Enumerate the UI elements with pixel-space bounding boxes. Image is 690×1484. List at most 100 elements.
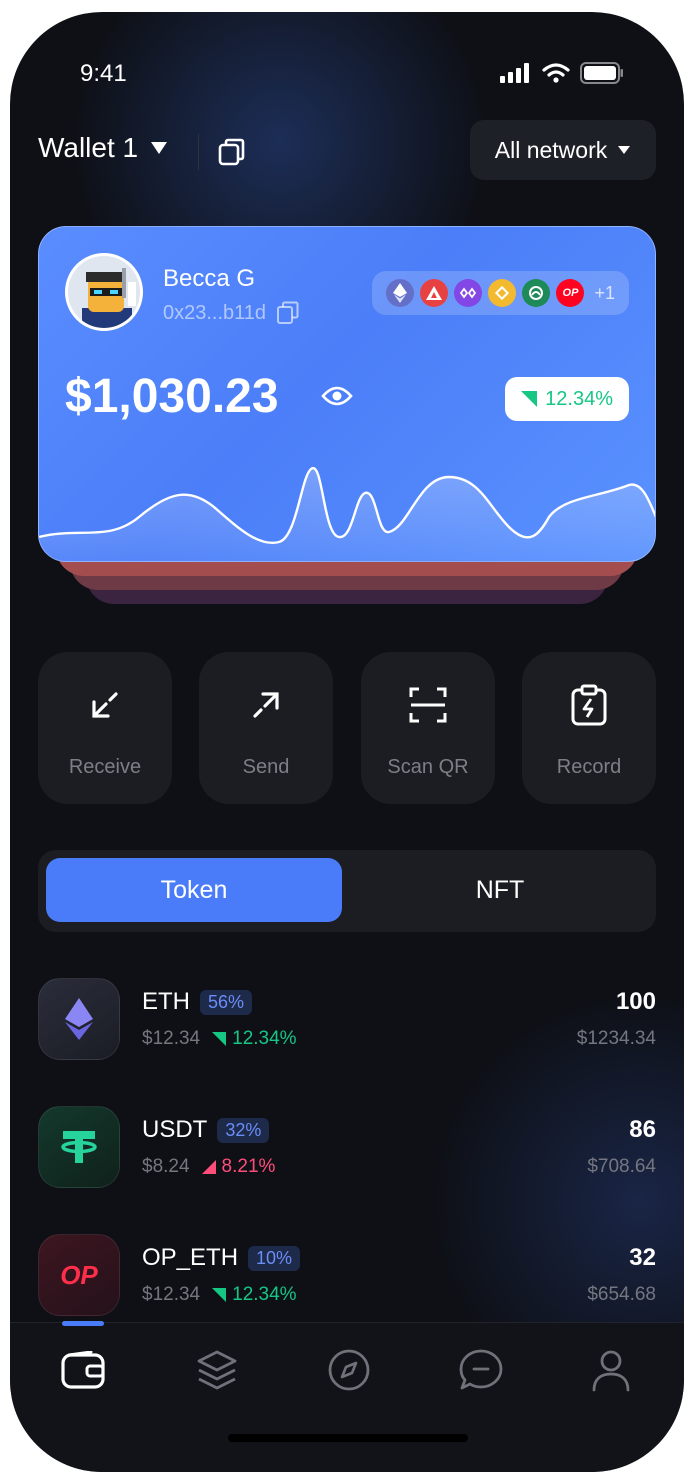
token-share-badge: 56% [200,989,253,1015]
token-price-row: $12.34 12.34% [142,1284,297,1306]
clipboard-icon [571,684,607,726]
nav-assets[interactable] [192,1345,242,1395]
token-share-badge: 10% [248,1245,301,1271]
token-value: $654.68 [587,1284,656,1305]
token-price-row: $12.34 12.34% [142,1028,297,1050]
ethereum-icon [386,279,415,307]
eye-icon[interactable] [321,385,353,407]
ethereum-icon [65,998,93,1040]
token-row[interactable]: ETH 56% $12.34 12.34% 100 $1234.34 [38,978,656,1068]
optimism-label: OP [562,287,579,299]
compass-icon [328,1349,370,1391]
header-divider [198,134,199,170]
record-label: Record [556,756,622,778]
tab-nft[interactable]: NFT [352,858,648,922]
trend-down-icon [212,1032,227,1046]
token-value: $708.64 [587,1156,656,1177]
token-symbol: ETH [142,988,190,1015]
avatar[interactable] [65,253,143,331]
avalanche-icon [420,279,449,307]
wallet-icon [61,1351,105,1389]
balance-change: 12.34% [545,387,613,410]
nav-profile[interactable] [586,1345,636,1395]
token-price: $8.24 [142,1156,190,1177]
network-selector[interactable]: All network [470,120,656,180]
layers-icon [197,1350,237,1390]
status-time: 9:41 [80,60,127,87]
active-tab-indicator [62,1321,104,1326]
send-label: Send [242,756,290,778]
scan-qr-button[interactable]: Scan QR [361,652,495,804]
trend-up-icon [201,1160,216,1174]
status-icons [500,62,624,84]
optimism-logo-text: OP [60,1259,98,1290]
gnosis-icon [522,279,551,307]
network-label: All network [494,136,608,163]
arrow-down-left-icon [92,692,118,718]
nav-discover[interactable] [324,1345,374,1395]
usdt-token-icon [38,1106,120,1188]
token-symbol: OP_ETH [142,1244,239,1271]
more-chains-count: +1 [594,282,615,303]
home-indicator[interactable] [228,1434,468,1442]
token-price: $12.34 [142,1028,201,1049]
receive-button[interactable]: Receive [38,652,172,804]
wallet-name: Wallet 1 [38,132,139,163]
token-price-row: $8.24 8.21% [142,1156,275,1178]
avatar-image [68,256,140,328]
token-change: 12.34% [212,1284,297,1306]
copy-icon[interactable] [218,138,246,166]
wallet-address: 0x23...b11d [163,301,300,325]
nav-messages[interactable] [456,1345,506,1395]
token-change: 12.34% [212,1028,297,1050]
token-price: $12.34 [142,1284,201,1305]
scan-qr-label: Scan QR [387,756,469,778]
token-amount: 32 [629,1244,656,1271]
caret-down-icon [618,146,631,154]
token-row[interactable]: OP OP_ETH 10% $12.34 12.34% 32 $654.68 [38,1234,656,1324]
chain-list[interactable]: OP +1 [372,271,629,315]
op-eth-token-icon: OP [38,1234,120,1316]
send-button[interactable]: Send [199,652,333,804]
profile-icon [592,1350,630,1392]
polygon-icon [454,279,483,307]
nav-wallet[interactable] [58,1345,108,1395]
arrow-up-right-icon [253,692,279,718]
caret-down-icon [151,142,168,154]
record-button[interactable]: Record [522,652,656,804]
token-row[interactable]: USDT 32% $8.24 8.21% 86 $708.64 [38,1106,656,1196]
wallet-card[interactable]: Becca G 0x23...b11d OP +1 $1,030.23 12.3… [38,226,656,562]
trend-down-icon [521,391,538,407]
bnb-icon [488,279,517,307]
address-text: 0x23...b11d [163,301,267,324]
token-change: 8.21% [201,1156,276,1178]
asset-type-switch: Token NFT [38,850,656,932]
copy-address-icon[interactable] [276,301,300,325]
token-value: $1234.34 [576,1028,656,1049]
chat-icon [459,1349,503,1390]
trend-down-icon [212,1288,227,1302]
eth-token-icon [38,978,120,1060]
signal-icon [500,63,529,83]
token-change-value: 12.34% [232,1284,297,1305]
token-amount: 86 [629,1116,656,1143]
token-amount: 100 [615,988,656,1015]
token-symbol-row: USDT 32% [142,1116,270,1144]
tab-token[interactable]: Token [46,858,342,922]
token-symbol: USDT [142,1116,208,1143]
token-symbol-row: ETH 56% [142,988,253,1016]
user-name: Becca G [163,265,256,292]
token-symbol-row: OP_ETH 10% [142,1244,301,1272]
token-change-value: 8.21% [221,1156,276,1177]
optimism-icon: OP [556,279,585,307]
bottom-nav [10,1321,684,1472]
balance-change-badge: 12.34% [505,377,629,421]
wallet-selector[interactable]: Wallet 1 [38,132,168,164]
wifi-icon [542,63,570,83]
token-share-badge: 32% [217,1117,270,1143]
total-balance: $1,030.23 [65,370,279,423]
tether-icon [61,1131,97,1163]
battery-icon [580,62,623,84]
token-change-value: 12.34% [232,1028,297,1049]
balance-sparkline [39,467,655,561]
